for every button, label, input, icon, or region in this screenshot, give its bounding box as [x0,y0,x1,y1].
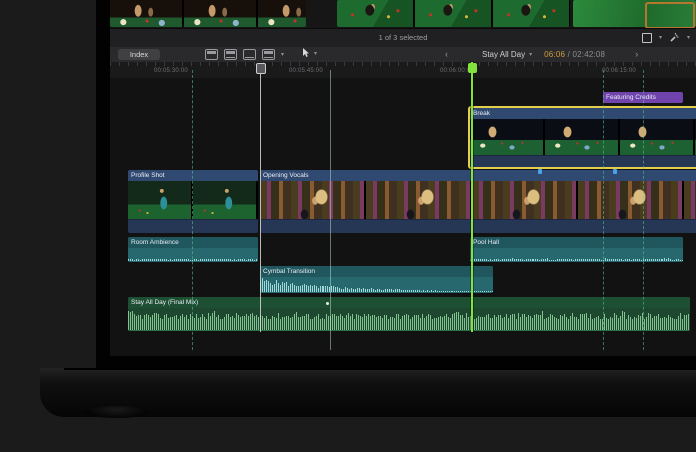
clip-appearance-controls: ▾ [205,49,284,60]
clip-filmstrip [470,119,696,155]
timecode-current: 06:06 [544,50,565,59]
clip-profile-shot[interactable]: Profile Shot [128,170,258,233]
chevron-down-icon: ▾ [314,50,317,57]
macbook-mockup: 1 of 3 selected ▾ ▾ Index ▾ [0,0,696,452]
clip-audio-band [260,219,696,233]
playhead-handle[interactable] [468,63,477,73]
clip-room-ambience[interactable]: Room Ambience [128,237,258,262]
browser-area [110,0,696,28]
audio-waveform [470,248,683,261]
clip-label: Pool Hall [470,237,683,248]
clip-break[interactable]: Break [468,106,696,169]
macbook-foot [85,406,149,418]
index-button[interactable]: Index [118,49,160,60]
timeline-toolbar: Index ▾ ▾ ‹ Stay All Day ▾ 06:06 / 02:42… [110,47,696,63]
playhead-line[interactable] [471,62,473,332]
snap-guide-line [643,70,644,350]
clip-stay-all-day[interactable]: Stay All Day (Final Mix) [128,297,690,331]
browser-status-bar: 1 of 3 selected ▾ ▾ [110,28,696,49]
ruler-timecode: 00:06:15:00 [602,68,636,74]
clip-label: Stay All Day (Final Mix) [128,297,690,308]
clip-label: Profile Shot [128,170,258,181]
clip-pool-hall[interactable]: Pool Hall [470,237,683,262]
chevron-down-icon[interactable]: ▾ [659,34,662,41]
skimmer-handle[interactable] [256,63,266,74]
project-name[interactable]: Stay All Day [482,50,525,59]
clip-appearance-icon-compact[interactable] [262,49,275,60]
transform-crop-icon[interactable] [642,33,652,43]
clip-cymbal-transition[interactable]: Cymbal Transition [260,266,493,293]
clip-audio-band [470,155,696,168]
clip-label: Break [470,108,696,119]
clip-opening-vocals[interactable]: Opening Vocals [260,170,696,233]
ruler-timecode: 00:05:45:00 [289,68,323,74]
clip-audio-band [128,219,258,233]
chevron-down-icon[interactable]: ▾ [529,51,532,58]
clip-appearance-icon-film-audio[interactable] [224,49,237,60]
arrow-cursor-icon [302,48,310,58]
skimmer-line [260,64,261,332]
timeline-marker-icon[interactable] [538,169,542,174]
browser-selection-outline [645,2,695,29]
browser-clip-thumbnail-2[interactable] [337,0,570,27]
next-timeline-button[interactable]: › [635,49,638,59]
marker-guide-line [330,70,331,350]
chevron-down-icon[interactable]: ▾ [281,51,284,58]
macbook-body [40,368,696,417]
browser-clip-thumbnail-1[interactable] [110,0,306,27]
keyframe-dot[interactable] [326,302,329,305]
ruler-timecode: 00:05:30:00 [154,68,188,74]
clip-appearance-icon-filmstrip[interactable] [205,49,218,60]
select-tool-menu[interactable]: ▾ [302,48,317,58]
clip-filmstrip [128,181,258,219]
timecode-display: 06:06 / 02:42:08 [544,50,605,59]
clip-label: Cymbal Transition [260,266,493,277]
timeline-marker-icon[interactable] [613,169,617,174]
audio-waveform [128,248,258,261]
enhance-wand-icon[interactable] [669,32,680,43]
clip-appearance-icon-audio-film[interactable] [243,49,256,60]
timeline-tracks[interactable]: Featuring Credits Break Profile Shot Ope… [110,78,696,356]
timeline-history-nav: ‹ Stay All Day ▾ 06:06 / 02:42:08 › [445,49,675,59]
clip-label: Opening Vocals [260,170,696,181]
snap-guide-line [192,70,193,350]
clip-label: Room Ambience [128,237,258,248]
clip-filmstrip [260,181,696,219]
snap-guide-line [603,70,604,350]
chevron-down-icon[interactable]: ▾ [687,34,690,41]
fcp-window: 1 of 3 selected ▾ ▾ Index ▾ [110,0,696,356]
audio-waveform [128,308,690,330]
timeline-ruler[interactable]: 00:05:30:00 00:05:45:00 00:06:00:00 00:0… [110,62,696,79]
audio-waveform [260,277,493,292]
previous-timeline-button[interactable]: ‹ [445,49,448,59]
timecode-total: 02:42:08 [572,50,605,59]
selection-status: 1 of 3 selected [110,33,696,42]
